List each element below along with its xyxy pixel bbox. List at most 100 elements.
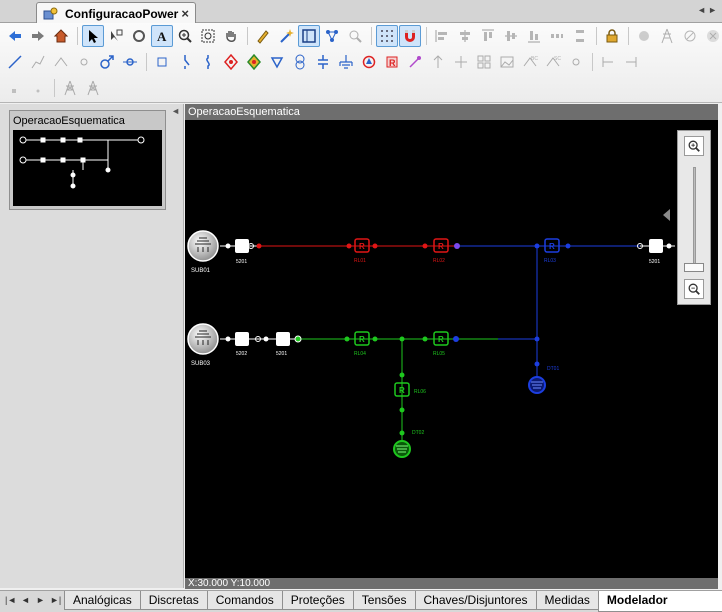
distribute-icon[interactable] [546,25,568,47]
relay-icon[interactable]: R [381,51,403,73]
zoom-slider-thumb[interactable] [684,263,704,272]
zoom-in-icon[interactable] [174,25,196,47]
panel-collapse-icon[interactable]: ◄ [171,106,180,116]
substation-sub03[interactable] [187,323,219,355]
stop-icon[interactable] [702,25,722,47]
image-icon[interactable] [496,51,518,73]
bus-icon[interactable] [50,51,72,73]
magnet-snap-icon[interactable] [399,25,421,47]
ground-icon[interactable] [335,51,357,73]
pencil-icon[interactable] [252,25,274,47]
bay-icon[interactable] [151,51,173,73]
clear-icon[interactable] [679,25,701,47]
tab-tensoes[interactable]: Tensões [352,591,416,610]
back-icon[interactable] [4,25,26,47]
bracket2-icon[interactable] [620,51,642,73]
align-bottom-icon[interactable] [523,25,545,47]
cross-icon[interactable] [450,51,472,73]
toolbar-row-1: A [4,24,722,48]
circle-small-icon[interactable] [565,51,587,73]
document-tab[interactable]: ConfiguracaoPower × [36,2,196,24]
zoom-in-button[interactable] [684,136,704,156]
tab-chaves-disjuntores[interactable]: Chaves/Disjuntores [414,591,537,610]
close-icon[interactable]: × [181,6,189,21]
switch-5201-c[interactable] [276,332,302,346]
motor-icon[interactable] [358,51,380,73]
arrow-icon[interactable] [427,51,449,73]
load-icon[interactable] [266,51,288,73]
first-sheet-icon[interactable]: |◄ [5,595,16,605]
align-center-icon[interactable] [454,25,476,47]
tab-scroll-right-icon[interactable]: ► [708,5,717,15]
svg-text:R: R [359,242,365,251]
grid-toggle-icon[interactable] [376,25,398,47]
junction-node [534,336,540,342]
polyline-icon[interactable] [27,51,49,73]
transformer-icon[interactable] [289,51,311,73]
home-icon[interactable] [50,25,72,47]
capacitor-icon[interactable] [312,51,334,73]
diagram-canvas[interactable]: SUB01 SUB03 5201 R RL01 R RL02 R RL03 52… [185,120,718,578]
circle-icon[interactable] [633,25,655,47]
distribute-v-icon[interactable] [569,25,591,47]
switch-icon[interactable] [174,51,196,73]
layout-icon[interactable] [298,25,320,47]
next-sheet-icon[interactable]: ► [36,595,45,605]
small-dot-icon[interactable] [27,77,49,99]
node-icon[interactable] [119,51,141,73]
meter-icon[interactable]: BC [519,51,541,73]
pan-select-icon[interactable] [105,25,127,47]
prev-sheet-icon[interactable]: ◄ [21,595,30,605]
separator [54,79,55,97]
group-icon[interactable] [473,51,495,73]
small-square-icon[interactable] [4,77,26,99]
zoom-area-icon[interactable] [197,25,219,47]
rl05-label: RL05 [433,351,445,357]
forward-icon[interactable] [27,25,49,47]
fuse-icon[interactable] [197,51,219,73]
male-icon[interactable] [96,51,118,73]
text-tool-icon[interactable]: A [151,25,173,47]
find-icon[interactable] [344,25,366,47]
power-config-icon [43,7,58,19]
tab-modelador-eletrico[interactable]: Modelador Elétrico [597,591,722,612]
zoom-out-button[interactable] [684,279,704,299]
diagram-thumbnail[interactable] [13,130,162,206]
wand-icon[interactable] [275,25,297,47]
tower-b-icon[interactable] [82,77,104,99]
substation-sub01[interactable] [187,230,219,262]
lock-icon[interactable] [601,25,623,47]
single-line-diagram[interactable]: SUB01 SUB03 5201 R RL01 R RL02 R RL03 52… [185,120,718,578]
tab-scroll-left-icon[interactable]: ◄ [697,5,706,15]
tower-a-icon[interactable] [59,77,81,99]
last-sheet-icon[interactable]: ►| [50,595,61,605]
zoom-slider-track[interactable] [693,167,696,267]
sensor-icon[interactable] [404,51,426,73]
bracket-icon[interactable] [597,51,619,73]
generator-icon[interactable] [243,51,265,73]
s201-a-label: 5201 [236,259,247,265]
tab-discretas[interactable]: Discretas [139,591,208,610]
node-edit-icon[interactable] [128,25,150,47]
network-icon[interactable] [321,25,343,47]
tab-comandos[interactable]: Comandos [206,591,283,610]
transformer-dt01[interactable] [528,361,546,394]
line-icon[interactable] [4,51,26,73]
tab-protecoes[interactable]: Proteções [281,591,354,610]
breaker-icon[interactable] [220,51,242,73]
relay-rl01[interactable]: R [346,238,378,253]
measure-icon[interactable]: SC [542,51,564,73]
side-panel-toggle-icon[interactable] [663,209,670,221]
tower-icon[interactable] [656,25,678,47]
align-middle-icon[interactable] [500,25,522,47]
diagram-thumbnail-card[interactable]: OperacaoEsquematica [9,110,166,210]
tab-medidas[interactable]: Medidas [535,591,599,610]
target-icon[interactable] [73,51,95,73]
select-pointer-icon[interactable] [82,25,104,47]
diagram-title-bar: OperacaoEsquematica [185,104,718,120]
hand-pan-icon[interactable] [220,25,242,47]
align-top-icon[interactable] [477,25,499,47]
transformer-dt02[interactable] [393,430,411,458]
align-left-icon[interactable] [431,25,453,47]
tab-analogicas[interactable]: Analógicas [64,591,141,610]
